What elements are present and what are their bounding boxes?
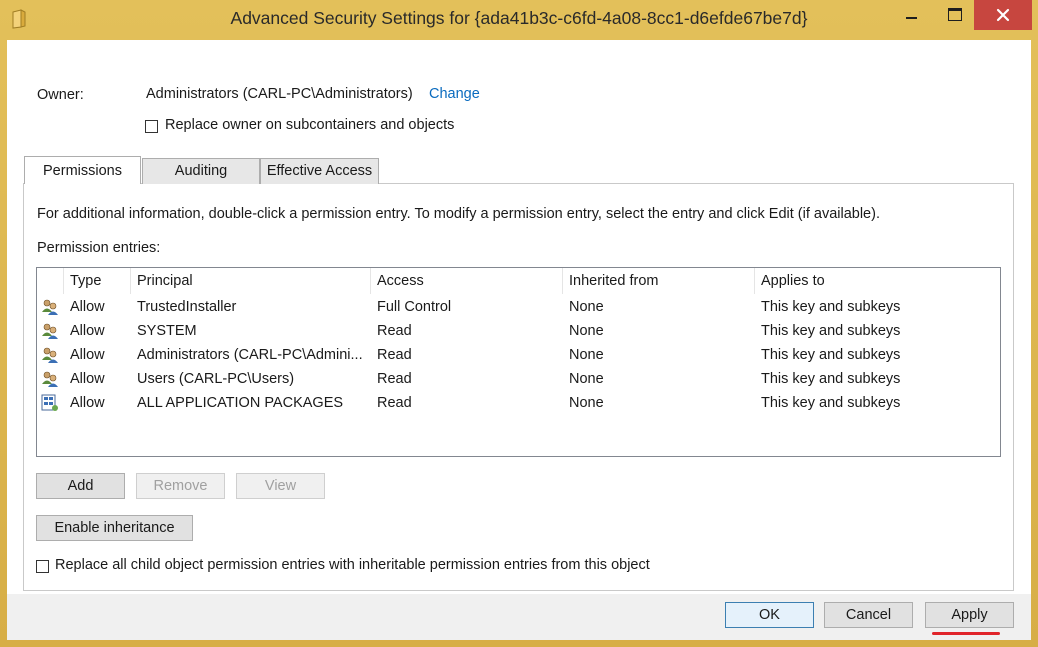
info-text: For additional information, double-click… [37, 206, 880, 222]
window-title: Advanced Security Settings for {ada41b3c… [230, 8, 808, 28]
permissions-tab-panel: For additional information, double-click… [23, 183, 1014, 591]
permission-entries-label: Permission entries: [37, 240, 161, 256]
row-inherited-from: None [569, 299, 604, 315]
tab-permissions[interactable]: Permissions [24, 156, 141, 184]
column-header-applies-to[interactable]: Applies to [755, 268, 1000, 294]
row-applies-to: This key and subkeys [761, 395, 901, 411]
row-principal: SYSTEM [137, 323, 197, 339]
row-type: Allow [70, 371, 105, 387]
row-access: Read [377, 347, 412, 363]
users-group-icon [41, 295, 61, 319]
column-header-principal[interactable]: Principal [131, 268, 371, 294]
ok-button[interactable]: OK [725, 602, 814, 628]
users-group-icon [41, 343, 61, 367]
column-header-access[interactable]: Access [371, 268, 563, 294]
minimize-icon [906, 17, 917, 19]
row-access: Full Control [377, 299, 452, 315]
tab-effective-access[interactable]: Effective Access [260, 158, 379, 184]
maximize-button[interactable] [938, 0, 972, 30]
row-type: Allow [70, 347, 105, 363]
owner-label: Owner: [37, 87, 84, 103]
row-principal: TrustedInstaller [137, 299, 237, 315]
column-header-icon[interactable] [37, 268, 64, 294]
column-header-type[interactable]: Type [64, 268, 131, 294]
row-access: Read [377, 371, 412, 387]
app-packages-icon [41, 391, 61, 415]
row-type: Allow [70, 323, 105, 339]
enable-inheritance-button[interactable]: Enable inheritance [36, 515, 193, 541]
replace-child-entries-checkbox[interactable] [36, 560, 49, 573]
row-type: Allow [70, 395, 105, 411]
table-row[interactable]: Allow Users (CARL-PC\Users) Read None Th… [37, 367, 1000, 391]
users-group-icon [41, 367, 61, 391]
row-type: Allow [70, 299, 105, 315]
column-header-inherited-from[interactable]: Inherited from [563, 268, 755, 294]
row-applies-to: This key and subkeys [761, 323, 901, 339]
row-applies-to: This key and subkeys [761, 299, 901, 315]
permission-entries-list[interactable]: Type Principal Access Inherited from App… [36, 267, 1001, 457]
dialog-client-area: Owner: Administrators (CARL-PC\Administr… [7, 40, 1031, 640]
row-inherited-from: None [569, 395, 604, 411]
view-button[interactable]: View [236, 473, 325, 499]
change-owner-link[interactable]: Change [429, 86, 480, 102]
cancel-button[interactable]: Cancel [824, 602, 913, 628]
close-icon [996, 8, 1010, 22]
minimize-button[interactable] [894, 0, 928, 30]
maximize-icon [948, 8, 962, 21]
tab-auditing[interactable]: Auditing [142, 158, 260, 184]
remove-button[interactable]: Remove [136, 473, 225, 499]
replace-child-entries-label: Replace all child object permission entr… [55, 557, 650, 573]
row-principal: ALL APPLICATION PACKAGES [137, 395, 344, 411]
close-button[interactable] [974, 0, 1032, 30]
row-principal: Administrators (CARL-PC\Admini... [137, 347, 363, 363]
row-inherited-from: None [569, 323, 604, 339]
dialog-button-bar: OK Cancel Apply [7, 594, 1031, 640]
row-applies-to: This key and subkeys [761, 347, 901, 363]
row-access: Read [377, 395, 412, 411]
add-button[interactable]: Add [36, 473, 125, 499]
row-principal: Users (CARL-PC\Users) [137, 371, 295, 387]
replace-owner-label: Replace owner on subcontainers and objec… [165, 117, 455, 133]
title-bar[interactable]: Advanced Security Settings for {ada41b3c… [0, 0, 1038, 40]
annotation-underline [932, 632, 1000, 635]
row-applies-to: This key and subkeys [761, 371, 901, 387]
table-row[interactable]: Allow Administrators (CARL-PC\Admini... … [37, 343, 1000, 367]
table-row[interactable]: Allow SYSTEM Read None This key and subk… [37, 319, 1000, 343]
owner-value: Administrators (CARL-PC\Administrators) [146, 86, 413, 102]
table-row[interactable]: Allow ALL APPLICATION PACKAGES Read None… [37, 391, 1000, 415]
replace-owner-checkbox[interactable] [145, 120, 158, 133]
users-group-icon [41, 319, 61, 343]
apply-button[interactable]: Apply [925, 602, 1014, 628]
row-inherited-from: None [569, 347, 604, 363]
row-access: Read [377, 323, 412, 339]
table-row[interactable]: Allow TrustedInstaller Full Control None… [37, 295, 1000, 319]
row-inherited-from: None [569, 371, 604, 387]
